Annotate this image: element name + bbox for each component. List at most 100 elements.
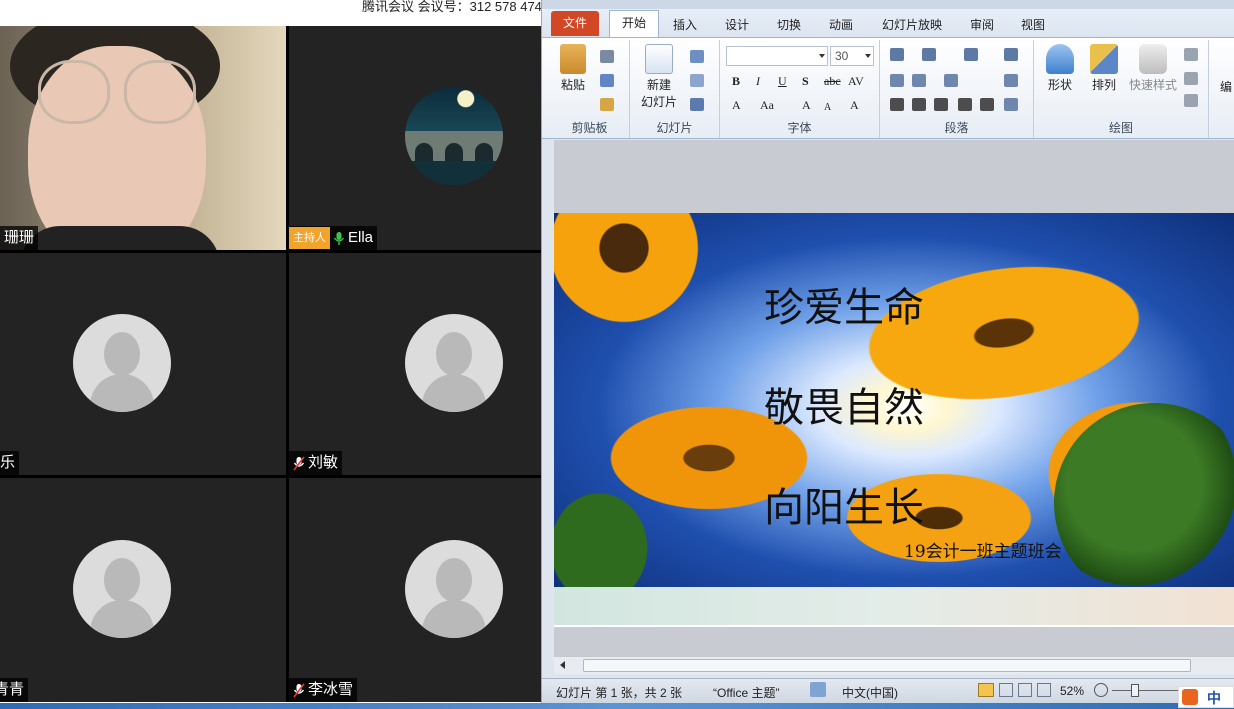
participant-tile[interactable]: 刘敏 — [289, 253, 541, 475]
participant-name: 李冰雪 — [308, 681, 354, 698]
mic-muted-icon — [293, 456, 305, 470]
numbering-icon[interactable] — [922, 48, 936, 61]
mic-icon — [333, 231, 345, 245]
smartart-icon[interactable] — [1004, 98, 1018, 111]
align-right-icon[interactable] — [934, 98, 948, 111]
scrollbar-thumb[interactable] — [583, 659, 1191, 672]
spell-check-icon[interactable] — [810, 682, 826, 697]
shapes-button[interactable]: 形状 — [1040, 44, 1080, 93]
bold-button[interactable]: B — [732, 74, 740, 89]
zoom-level[interactable]: 52% — [1060, 684, 1084, 698]
participant-tile-host[interactable]: 主持人 Ella — [289, 26, 541, 250]
group-slides: 新建 幻灯片 幻灯片 — [630, 40, 720, 138]
align-text-icon[interactable] — [1004, 74, 1018, 87]
default-avatar-icon — [405, 314, 503, 412]
tab-animations[interactable]: 动画 — [817, 13, 865, 37]
ime-mode[interactable]: 中 — [1207, 688, 1221, 708]
ime-toolbar[interactable]: 中 — [1178, 686, 1234, 708]
font-size-combo[interactable]: 30 — [830, 46, 874, 66]
meeting-title-bar: 腾讯会议 会议号：312 578 474 — [0, 0, 542, 26]
justify-icon[interactable] — [958, 98, 972, 111]
participant-name-tag: 珊珊 — [0, 226, 39, 250]
reset-icon[interactable] — [690, 74, 704, 87]
zoom-out-icon[interactable] — [1094, 683, 1108, 697]
slide-text-line1[interactable]: 珍爱生命 — [764, 275, 924, 333]
participant-tile[interactable]: 青青 — [0, 478, 286, 702]
columns-icon[interactable] — [944, 74, 958, 87]
theme-name: “Office 主题” — [713, 686, 780, 700]
slide-text-line2[interactable]: 敬畏自然 — [764, 375, 924, 433]
scroll-left-icon[interactable] — [560, 661, 565, 669]
participant-name: 珊珊 — [4, 229, 35, 246]
tab-view[interactable]: 视图 — [1009, 13, 1057, 37]
normal-view-icon[interactable] — [978, 683, 994, 697]
group-font: 30 B I U S abc AV A Aa A A A 字体 — [720, 40, 880, 138]
paste-button[interactable]: 粘贴 — [556, 44, 590, 93]
new-slide-button[interactable]: 新建 幻灯片 — [636, 44, 682, 110]
tab-review[interactable]: 审阅 — [958, 13, 1006, 37]
slide-footer-text[interactable]: 19会计一班主题班会 — [904, 537, 1062, 562]
cut-icon[interactable] — [600, 50, 614, 63]
align-center-icon[interactable] — [912, 98, 926, 111]
reading-view-icon[interactable] — [1018, 683, 1032, 697]
grow-font-button[interactable]: A — [802, 98, 811, 113]
arrange-button[interactable]: 排列 — [1084, 44, 1124, 93]
spacing-button[interactable]: AV — [848, 74, 864, 89]
shape-outline-icon[interactable] — [1184, 72, 1198, 85]
participant-name-tag: 李冰雪 — [289, 678, 358, 702]
font-family-combo[interactable] — [726, 46, 828, 66]
line-spacing-icon[interactable] — [964, 48, 978, 61]
font-color-button[interactable]: A — [732, 98, 741, 113]
increase-indent-icon[interactable] — [912, 74, 926, 87]
layout-icon[interactable] — [690, 50, 704, 63]
change-case-button[interactable]: Aa — [760, 98, 774, 113]
clipboard-icon — [560, 44, 586, 74]
notes-area[interactable] — [554, 587, 1234, 627]
tab-slideshow[interactable]: 幻灯片放映 — [870, 13, 954, 37]
clear-format-button[interactable]: A — [850, 98, 859, 113]
underline-button[interactable]: U — [778, 74, 787, 89]
zoom-slider-thumb[interactable] — [1131, 684, 1139, 697]
group-paragraph: 段落 — [880, 40, 1034, 138]
camera-video — [0, 26, 286, 250]
powerpoint-window: 文件 开始 插入 设计 切换 动画 幻灯片放映 审阅 视图 粘贴 剪贴板 新建 … — [541, 0, 1234, 709]
participant-tile[interactable]: 乐 — [0, 253, 286, 475]
copy-icon[interactable] — [600, 74, 614, 87]
italic-button[interactable]: I — [756, 74, 760, 89]
slide-text-line3[interactable]: 向阳生长 — [764, 475, 924, 533]
bullets-icon[interactable] — [890, 48, 904, 61]
new-slide-label-2: 幻灯片 — [640, 95, 677, 109]
shape-effects-icon[interactable] — [1184, 94, 1198, 107]
tab-file[interactable]: 文件 — [551, 11, 600, 36]
participant-name: 乐 — [0, 454, 16, 471]
strikethrough-button[interactable]: abc — [824, 74, 841, 89]
title-bar — [542, 0, 1234, 9]
tab-design[interactable]: 设计 — [713, 13, 761, 37]
align-left-icon[interactable] — [890, 98, 904, 111]
ribbon-tabs: 文件 开始 插入 设计 切换 动画 幻灯片放映 审阅 视图 — [542, 9, 1234, 38]
participant-name: 刘敏 — [308, 454, 339, 471]
distributed-icon[interactable] — [980, 98, 994, 111]
new-slide-label: 新建 — [646, 78, 671, 92]
shadow-button[interactable]: S — [802, 74, 809, 89]
decrease-indent-icon[interactable] — [890, 74, 904, 87]
format-painter-icon[interactable] — [600, 98, 614, 111]
section-icon[interactable] — [690, 98, 704, 111]
tab-home[interactable]: 开始 — [609, 10, 660, 38]
shape-fill-icon[interactable] — [1184, 48, 1198, 61]
slide-editor[interactable]: 珍爱生命 敬畏自然 向阳生长 19会计一班主题班会 — [554, 140, 1234, 658]
tab-transitions[interactable]: 切换 — [765, 13, 813, 37]
text-direction-icon[interactable] — [1004, 48, 1018, 61]
slide-sorter-icon[interactable] — [999, 683, 1013, 697]
slide-1[interactable]: 珍爱生命 敬畏自然 向阳生长 19会计一班主题班会 — [554, 213, 1234, 587]
tab-insert[interactable]: 插入 — [661, 13, 709, 37]
shrink-font-button[interactable]: A — [824, 102, 831, 113]
taskbar-edge — [0, 703, 1234, 709]
quick-styles-button[interactable]: 快速样式 — [1126, 44, 1180, 93]
language-indicator[interactable]: 中文(中国) — [842, 684, 898, 701]
slideshow-icon[interactable] — [1037, 683, 1051, 697]
participant-tile[interactable]: 珊珊 — [0, 26, 286, 250]
participant-tile[interactable]: 李冰雪 — [289, 478, 541, 702]
horizontal-scrollbar[interactable] — [554, 656, 1234, 674]
edit-button[interactable]: 编 — [1217, 78, 1234, 95]
